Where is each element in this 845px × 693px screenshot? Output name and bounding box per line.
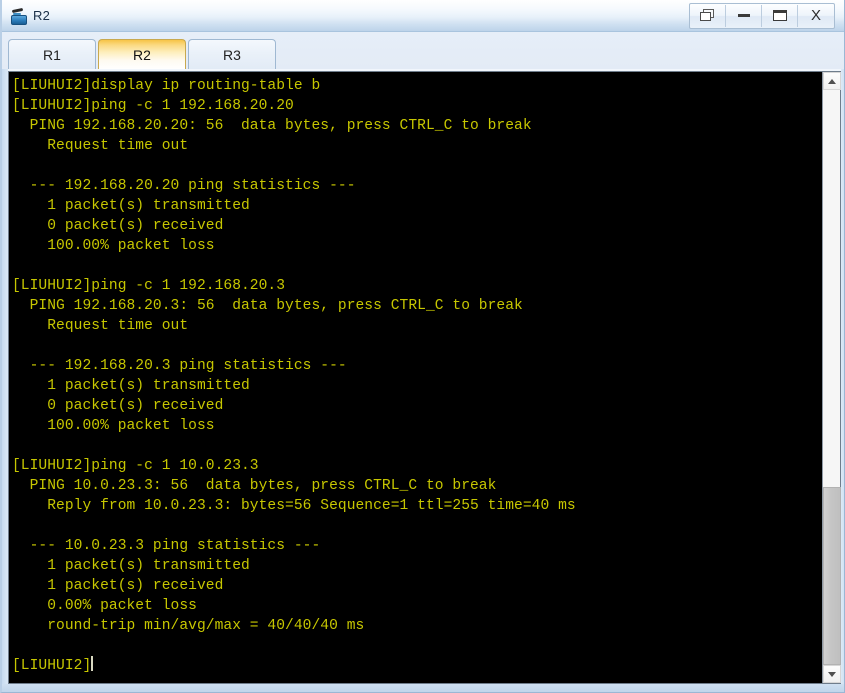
tab-r2-label: R2 [133,46,151,63]
terminal-line: round-trip min/avg/max = 40/40/40 ms [12,618,365,634]
terminal-line: 0 packet(s) received [12,398,224,414]
terminal-line: --- 192.168.20.20 ping statistics --- [12,178,356,194]
scrollbar-thumb[interactable] [823,487,841,665]
terminal-line: Request time out [12,318,189,334]
terminal-scrollbar[interactable] [822,72,841,683]
terminal-prompt: [LIUHUI2] [12,658,92,674]
terminal-line: 0.00% packet loss [12,598,197,614]
tab-r3-label: R3 [223,46,241,63]
close-icon: X [810,7,821,24]
terminal-line: --- 192.168.20.3 ping statistics --- [12,358,347,374]
terminal-line: PING 192.168.20.20: 56 data bytes, press… [12,118,532,134]
terminal-line: 100.00% packet loss [12,418,215,434]
terminal-line: [LIUHUI2]ping -c 1 192.168.20.20 [12,98,294,114]
window-bottom-edge [2,684,844,692]
terminal-line: 100.00% packet loss [12,238,215,254]
terminal-line: PING 192.168.20.3: 56 data bytes, press … [12,298,523,314]
terminal-line: [LIUHUI2]ping -c 1 192.168.20.3 [12,278,286,294]
maximize-icon [772,10,787,21]
terminal-line: [LIUHUI2]display ip routing-table b [12,78,321,94]
tab-r2[interactable]: R2 [98,39,186,69]
router-console-window: R2 X R1 R2 R3 [LIUHUI2]display ip routin… [0,0,845,693]
tab-strip: R1 R2 R3 [2,32,844,69]
terminal-line: PING 10.0.23.3: 56 data bytes, press CTR… [12,478,497,494]
scroll-up-button[interactable] [823,72,841,90]
router-icon [10,7,28,25]
maximize-button[interactable] [762,4,798,27]
title-bar-left: R2 [2,7,689,25]
tab-r3[interactable]: R3 [188,39,276,69]
scroll-down-button[interactable] [823,665,841,683]
terminal-line: 1 packet(s) received [12,578,224,594]
terminal-output[interactable]: [LIUHUI2]display ip routing-table b [LIUH… [9,72,822,683]
terminal-prompt-line: [LIUHUI2] [12,656,822,676]
terminal-line: --- 10.0.23.3 ping statistics --- [12,538,321,554]
minimize-icon [737,14,750,17]
text-cursor [91,656,94,671]
restore-button[interactable] [690,4,726,27]
tab-r1[interactable]: R1 [8,39,96,69]
terminal-panel: [LIUHUI2]display ip routing-table b [LIUH… [8,71,841,684]
terminal-line: Reply from 10.0.23.3: bytes=56 Sequence=… [12,498,576,514]
terminal-line: Request time out [12,138,189,154]
scrollbar-track[interactable] [823,90,841,665]
title-bar: R2 X [2,0,844,32]
terminal-line: 1 packet(s) transmitted [12,378,250,394]
close-button[interactable]: X [798,5,834,27]
terminal-line: 0 packet(s) received [12,218,224,234]
restore-icon [700,9,715,22]
scroll-down-icon [828,671,836,677]
window-controls: X [689,2,835,29]
window-title: R2 [33,8,51,23]
terminal-line: [LIUHUI2]ping -c 1 10.0.23.3 [12,458,259,474]
terminal-line: 1 packet(s) transmitted [12,198,250,214]
terminal-line: 1 packet(s) transmitted [12,558,250,574]
minimize-button[interactable] [726,4,762,27]
window-right-edge [841,69,844,684]
scroll-up-icon [828,78,836,84]
tab-r1-label: R1 [43,46,61,63]
